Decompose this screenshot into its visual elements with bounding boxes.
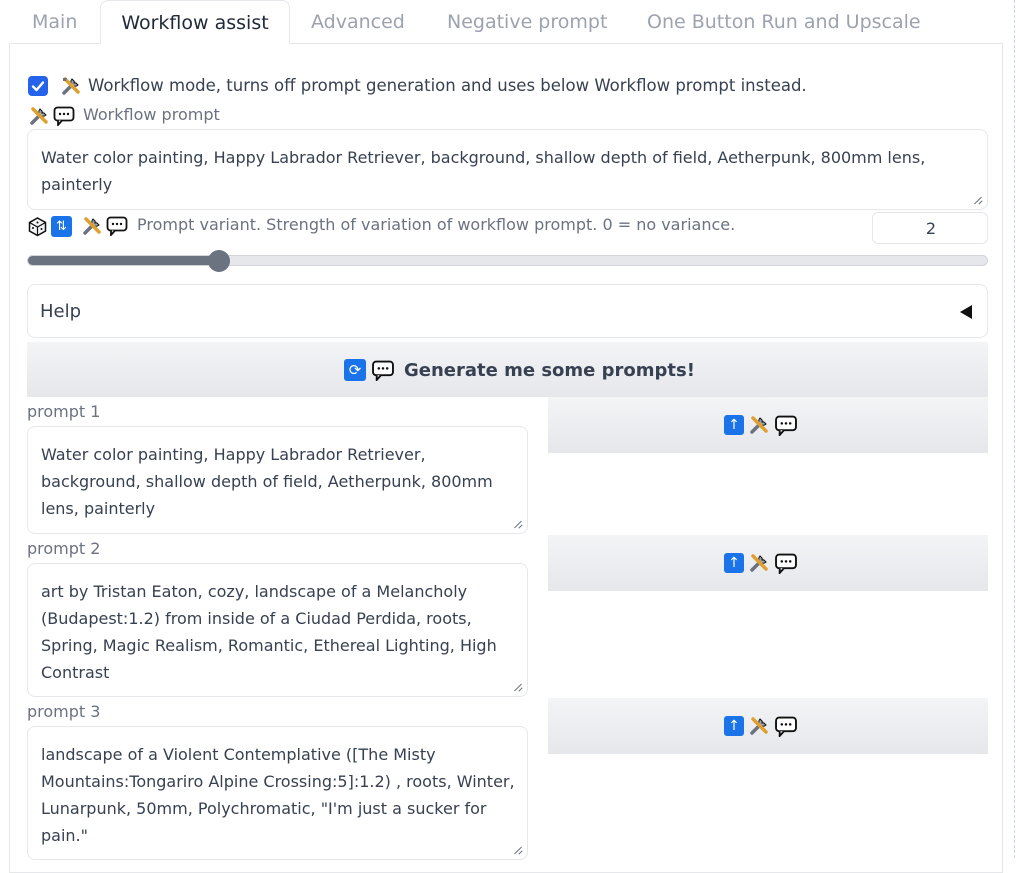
speech-bubble-icon — [775, 716, 797, 737]
resize-handle[interactable] — [514, 683, 522, 691]
tab-workflow-assist[interactable]: Workflow assist — [100, 0, 290, 44]
prompt-2-label: prompt 2 — [27, 539, 101, 558]
tools-icon — [83, 217, 101, 235]
workflow-prompt-textarea[interactable]: Water color painting, Happy Labrador Ret… — [27, 129, 988, 210]
resize-handle[interactable] — [974, 196, 982, 204]
help-accordion[interactable]: Help — [27, 284, 988, 338]
prompt-2-send-button[interactable]: ↑ — [548, 535, 988, 591]
prompt-variant-number-input[interactable]: 2 — [872, 212, 988, 244]
workflow-mode-checkbox[interactable] — [28, 76, 48, 96]
tools-icon — [750, 554, 768, 572]
prompt-3-textarea[interactable]: landscape of a Violent Contemplative ([T… — [27, 726, 528, 860]
up-arrow-icon: ↑ — [724, 415, 744, 435]
tools-icon — [30, 107, 48, 125]
prompt-2-textarea[interactable]: art by Tristan Eaton, cozy, landscape of… — [27, 563, 528, 697]
prompt-2-value: art by Tristan Eaton, cozy, landscape of… — [41, 582, 497, 682]
workflow-prompt-value: Water color painting, Happy Labrador Ret… — [41, 148, 926, 194]
help-label: Help — [40, 301, 82, 322]
refresh-icon: ⟳ — [344, 359, 366, 381]
speech-bubble-icon — [372, 360, 394, 381]
prompt-1-label: prompt 1 — [27, 402, 101, 421]
prompt-1-value: Water color painting, Happy Labrador Ret… — [41, 445, 493, 518]
generate-prompts-button[interactable]: ⟳ Generate me some prompts! — [27, 342, 988, 397]
prompt-variant-value: 2 — [925, 219, 937, 238]
prompt-variant-label: Prompt variant. Strength of variation of… — [137, 215, 736, 234]
prompt-variant-slider-fill — [28, 256, 221, 265]
speech-bubble-icon — [775, 553, 797, 574]
tools-icon — [750, 717, 768, 735]
tab-main[interactable]: Main — [32, 0, 77, 44]
prompt-1-send-button[interactable]: ↑ — [548, 397, 988, 453]
shuffle-icon: ⇅ — [51, 215, 72, 237]
resize-handle[interactable] — [514, 520, 522, 528]
collapse-arrow-icon — [960, 305, 972, 319]
speech-bubble-icon — [775, 415, 797, 436]
up-arrow-icon: ↑ — [724, 716, 744, 736]
speech-bubble-icon — [53, 106, 75, 126]
prompt-3-label: prompt 3 — [27, 702, 101, 721]
prompt-1-textarea[interactable]: Water color painting, Happy Labrador Ret… — [27, 426, 528, 534]
tools-icon — [750, 416, 768, 434]
up-arrow-icon: ↑ — [724, 553, 744, 573]
resize-handle[interactable] — [514, 846, 522, 854]
tab-negative-prompt[interactable]: Negative prompt — [447, 0, 607, 44]
generate-prompts-label: Generate me some prompts! — [404, 359, 695, 381]
dice-icon — [28, 216, 47, 236]
workflow-mode-label: Workflow mode, turns off prompt generati… — [88, 76, 807, 95]
checkmark-icon — [31, 81, 45, 92]
prompt-3-send-button[interactable]: ↑ — [548, 698, 988, 754]
prompt-variant-slider-track[interactable] — [27, 255, 988, 266]
tools-icon — [62, 77, 80, 95]
prompt-3-value: landscape of a Violent Contemplative ([T… — [41, 745, 515, 845]
divider — [1014, 0, 1015, 858]
speech-bubble-icon — [106, 216, 128, 236]
tab-one-button-run[interactable]: One Button Run and Upscale — [647, 0, 921, 44]
tab-advanced[interactable]: Advanced — [311, 0, 405, 44]
workflow-prompt-label: Workflow prompt — [83, 105, 220, 124]
